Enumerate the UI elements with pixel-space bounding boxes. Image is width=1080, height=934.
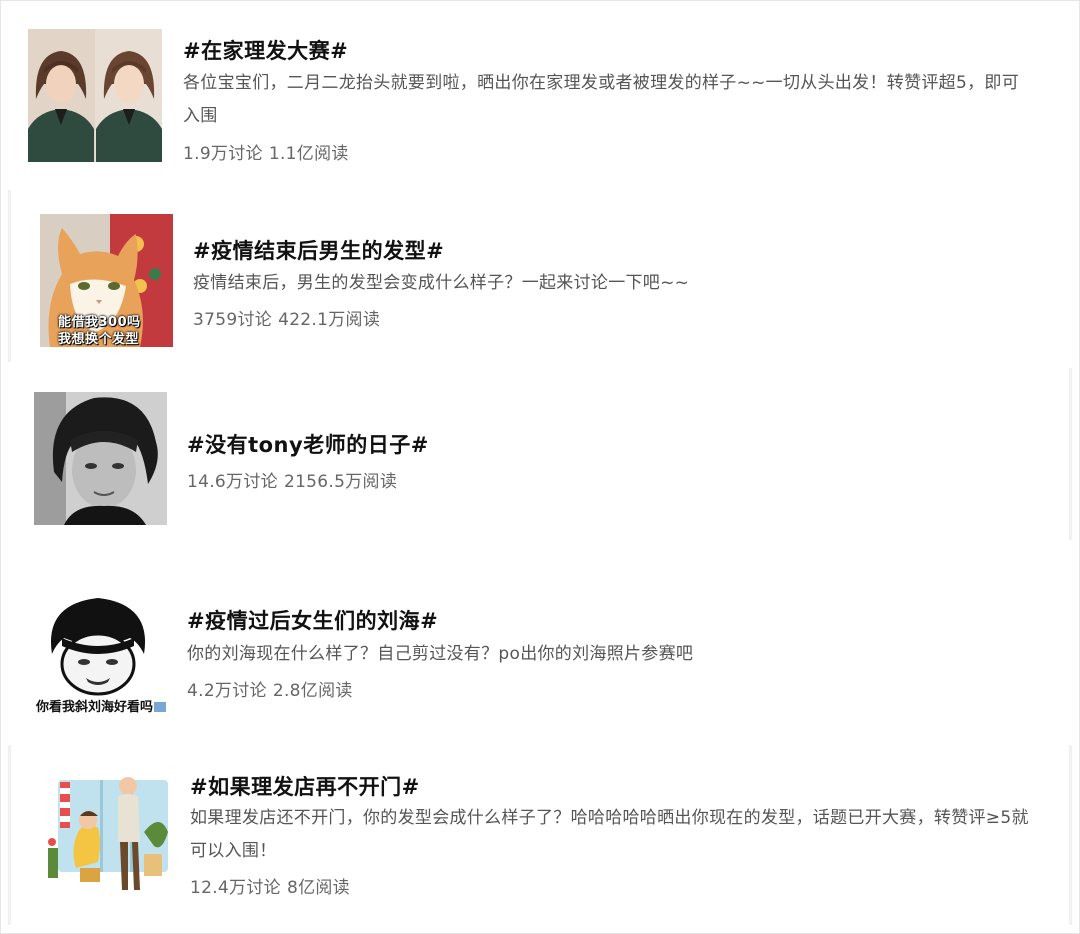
topic-title[interactable]: #疫情过后女生们的刘海# bbox=[187, 605, 438, 635]
topic-thumbnail bbox=[28, 29, 162, 162]
discussion-count: 12.4万讨论 bbox=[190, 878, 281, 898]
topic-description: 疫情结束后，男生的发型会变成什么样子？一起来讨论一下吧~~ bbox=[193, 273, 690, 293]
discussion-count: 1.9万讨论 bbox=[183, 144, 263, 164]
read-count: 8亿阅读 bbox=[286, 878, 350, 898]
topic-item-girls-bangs-after-epidemic[interactable]: 你看我斜刘海好看吗 #疫情过后女生们的刘海# 你的刘海现在什么样了？自己剪过没有… bbox=[0, 560, 1080, 730]
topic-title[interactable]: #在家理发大赛# bbox=[183, 35, 348, 65]
topic-item-men-hairstyle-after-epidemic[interactable]: 能借我300吗 我想换个发型 #疫情结束后男生的发型# 疫情结束后，男生的发型会… bbox=[0, 190, 1080, 365]
topic-thumbnail: 你看我斜刘海好看吗 bbox=[34, 594, 168, 718]
read-count: 1.1亿阅读 bbox=[268, 144, 349, 164]
discussion-count: 3759讨论 bbox=[193, 310, 273, 330]
read-count: 2156.5万阅读 bbox=[283, 472, 398, 492]
topic-stats: 12.4万讨论 8亿阅读 bbox=[190, 873, 350, 898]
topic-description: 各位宝宝们，二月二龙抬头就要到啦，晒出你在家理发或者被理发的样子~~一切从头出发… bbox=[183, 73, 1020, 126]
thumbnail-caption: 你看我斜刘海好看吗 bbox=[36, 700, 154, 715]
thumbnail-caption: 我想换个发型 bbox=[58, 332, 140, 347]
topic-stats: 14.6万讨论 2156.5万阅读 bbox=[187, 467, 397, 492]
topic-description: 你的刘海现在什么样了？自己剪过没有？po出你的刘海照片参赛吧 bbox=[187, 644, 694, 664]
topic-description: 如果理发店还不开门，你的发型会成什么样子了？哈哈哈哈哈晒出你现在的发型，话题已开… bbox=[190, 808, 1029, 861]
topic-title[interactable]: #如果理发店再不开门# bbox=[190, 771, 420, 801]
topic-item-home-haircut-contest[interactable]: #在家理发大赛# 各位宝宝们，二月二龙抬头就要到啦，晒出你在家理发或者被理发的样… bbox=[0, 0, 1080, 180]
topic-stats: 3759讨论 422.1万阅读 bbox=[193, 305, 380, 330]
discussion-count: 14.6万讨论 bbox=[187, 472, 278, 492]
topic-item-if-barbershop-stays-closed[interactable]: #如果理发店再不开门# 如果理发店还不开门，你的发型会成什么样子了？哈哈哈哈哈晒… bbox=[0, 740, 1080, 930]
topic-item-days-without-tony[interactable]: #没有tony老师的日子# 14.6万讨论 2156.5万阅读 bbox=[0, 370, 1080, 540]
topic-stats: 1.9万讨论 1.1亿阅读 bbox=[183, 139, 349, 164]
topic-thumbnail: 能借我300吗 我想换个发型 bbox=[40, 214, 173, 347]
read-count: 422.1万阅读 bbox=[278, 310, 381, 330]
topic-thumbnail bbox=[40, 772, 172, 904]
topic-title[interactable]: #疫情结束后男生的发型# bbox=[193, 235, 444, 265]
topic-thumbnail bbox=[34, 392, 167, 525]
topic-title[interactable]: #没有tony老师的日子# bbox=[187, 429, 429, 459]
discussion-count: 4.2万讨论 bbox=[187, 681, 267, 701]
read-count: 2.8亿阅读 bbox=[272, 681, 353, 701]
topic-stats: 4.2万讨论 2.8亿阅读 bbox=[187, 676, 353, 701]
